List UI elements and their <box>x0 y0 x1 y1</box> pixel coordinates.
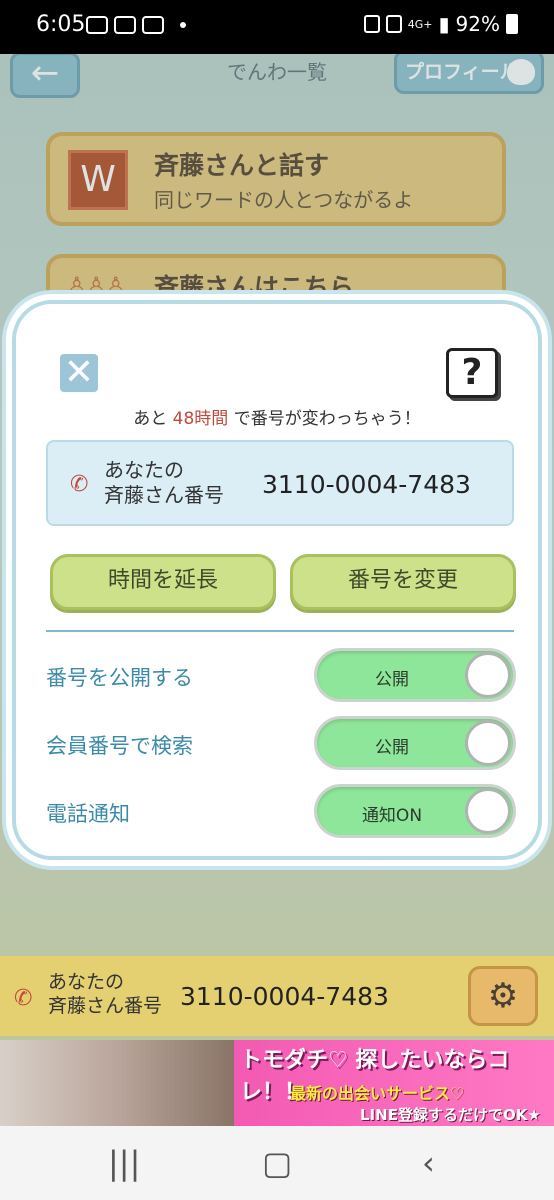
toggle-label: 公開 <box>375 670 409 690</box>
news-icon <box>142 16 164 34</box>
phone-icon: ✆ <box>70 472 89 497</box>
close-icon: ✕ <box>63 352 95 393</box>
publish-toggle[interactable]: 公開 <box>314 648 516 702</box>
app-screen: ← でんわ一覧 プロフィール W 斉藤さんと話す 同じワードの人とつながるよ ♙… <box>0 54 554 1126</box>
member-search-toggle[interactable]: 公開 <box>314 716 516 770</box>
more-dot-icon <box>180 22 186 28</box>
phone-number: 3110-0004-7483 <box>262 470 471 499</box>
system-icons: 4G+ ▮ 92% <box>363 12 518 36</box>
expiry-notice: あと 48時間 で番号が変わっちゃう！ <box>16 404 538 429</box>
toggle-knob <box>465 788 511 834</box>
network-type: 4G+ <box>407 17 433 31</box>
nfc-icon <box>363 15 380 33</box>
phone-number-dialog: ✕ ? あと 48時間 で番号が変わっちゃう！ ✆ あなたの 斉藤さん番号 31… <box>12 300 542 860</box>
status-bar: 6:05 4G+ ▮ 92% <box>0 0 554 54</box>
my-phone-number: 3110-0004-7483 <box>180 982 389 1011</box>
setting-label: 番号を公開する <box>46 666 193 690</box>
battery-percent: 92% <box>455 12 500 36</box>
setting-label: 電話通知 <box>46 802 130 826</box>
ad-banner[interactable]: トモダチ♡ 探したいならコレ！！ 最新の出会いサービス♡ LINE登録するだけで… <box>0 1040 554 1126</box>
notice-prefix: あと <box>133 409 168 429</box>
extend-time-button[interactable]: 時間を延長 <box>50 554 276 610</box>
alarm-icon <box>385 15 402 33</box>
toggle-knob <box>465 720 511 766</box>
setting-row-publish: 番号を公開する 公開 <box>46 648 516 704</box>
gear-icon: ⚙ <box>487 976 519 1016</box>
toggle-knob <box>465 652 511 698</box>
my-number-label: あなたの 斉藤さん番号 <box>48 970 162 1018</box>
number-label-line2: 斉藤さん番号 <box>104 483 224 507</box>
toggle-label: 公開 <box>375 738 409 758</box>
ad-cta: LINE登録するだけでOK★ <box>360 1106 541 1124</box>
status-time: 6:05 <box>36 12 86 37</box>
signal-icon: ▮ <box>438 12 450 36</box>
recent-apps-icon[interactable]: ||| <box>108 1144 140 1182</box>
change-number-button[interactable]: 番号を変更 <box>290 554 516 610</box>
remaining-hours: 48時間 <box>172 409 229 429</box>
setting-row-search: 会員番号で検索 公開 <box>46 716 516 772</box>
my-number-label-line2: 斉藤さん番号 <box>48 995 163 1017</box>
number-panel: ✆ あなたの 斉藤さん番号 3110-0004-7483 <box>46 440 514 526</box>
back-nav-icon[interactable]: ‹ <box>422 1144 435 1182</box>
shield-icon <box>114 16 136 34</box>
notice-suffix: で番号が変わっちゃう！ <box>233 409 421 429</box>
battery-icon <box>506 14 518 34</box>
number-label-line1: あなたの <box>104 458 184 482</box>
call-notification-toggle[interactable]: 通知ON <box>314 784 516 838</box>
ad-photo <box>0 1040 234 1126</box>
ad-copy: トモダチ♡ 探したいならコレ！！ 最新の出会いサービス♡ LINE登録するだけで… <box>234 1040 554 1126</box>
setting-row-notify: 電話通知 通知ON <box>46 784 516 840</box>
youtube-icon <box>86 16 108 34</box>
toggle-label: 通知ON <box>361 806 423 826</box>
close-button[interactable]: ✕ <box>60 354 98 392</box>
number-label: あなたの 斉藤さん番号 <box>104 458 224 508</box>
system-nav-bar: ||| ▢ ‹ <box>0 1126 554 1200</box>
ad-subline: 最新の出会いサービス♡ <box>290 1084 465 1103</box>
divider <box>46 630 514 632</box>
notification-icons <box>86 16 186 34</box>
setting-label: 会員番号で検索 <box>46 734 193 758</box>
help-button[interactable]: ? <box>446 348 498 398</box>
home-icon[interactable]: ▢ <box>262 1144 292 1182</box>
my-number-bar: ✆ あなたの 斉藤さん番号 3110-0004-7483 ⚙ <box>0 956 554 1036</box>
my-number-label-line1: あなたの <box>48 971 125 993</box>
phone-icon: ✆ <box>14 986 33 1011</box>
settings-button[interactable]: ⚙ <box>468 966 538 1026</box>
